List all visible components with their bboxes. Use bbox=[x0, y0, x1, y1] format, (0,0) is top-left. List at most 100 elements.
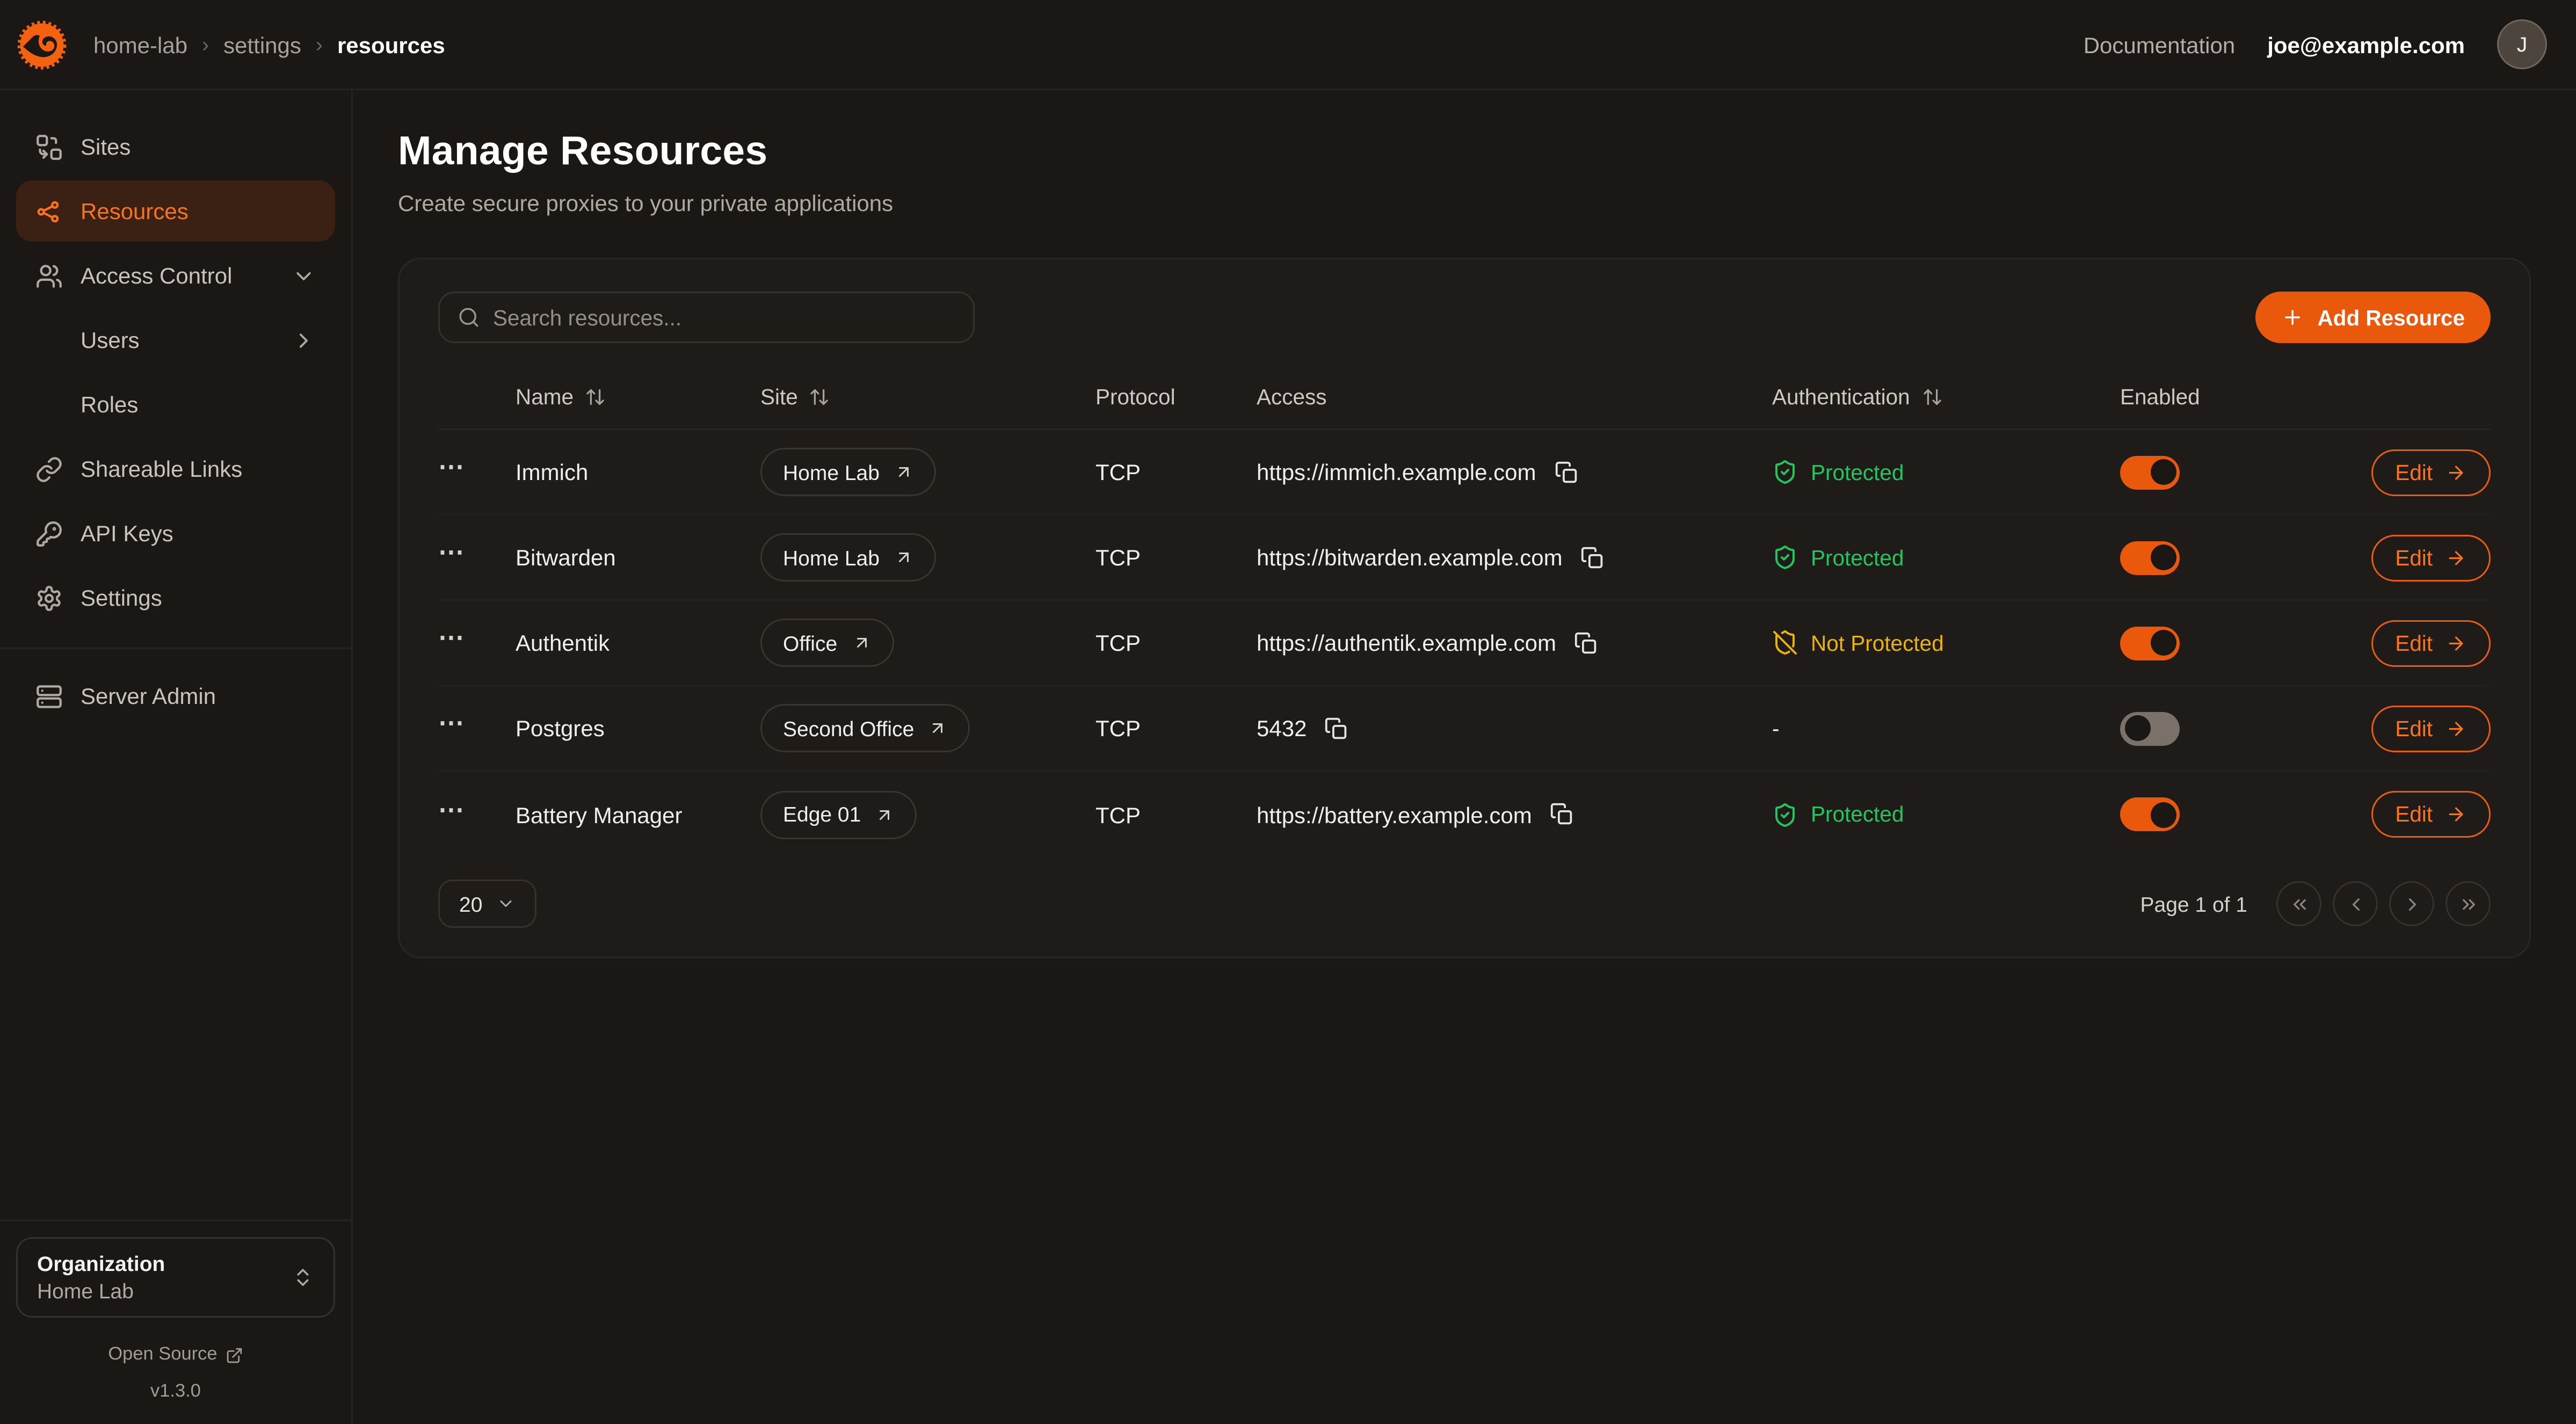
authentication-label: Protected bbox=[1811, 546, 1904, 570]
enabled-toggle[interactable] bbox=[2120, 797, 2180, 831]
users-icon bbox=[35, 262, 63, 289]
copy-icon bbox=[1574, 631, 1598, 655]
column-header-authentication[interactable]: Authentication bbox=[1772, 385, 2120, 409]
add-resource-button[interactable]: Add Resource bbox=[2256, 292, 2491, 343]
table-row: ⋯ Postgres Second Office TCP 5432 bbox=[438, 686, 2491, 772]
site-link-button[interactable]: Second Office bbox=[760, 704, 970, 752]
enabled-toggle[interactable] bbox=[2120, 626, 2180, 660]
enabled-toggle[interactable] bbox=[2120, 455, 2180, 489]
link-icon bbox=[35, 455, 63, 483]
column-header-name[interactable]: Name bbox=[516, 385, 760, 409]
previous-page-button[interactable] bbox=[2333, 881, 2378, 926]
arrow-up-right-icon bbox=[852, 633, 871, 652]
edit-button-label: Edit bbox=[2395, 716, 2433, 740]
copy-button[interactable] bbox=[1324, 716, 1348, 740]
sort-icon[interactable] bbox=[585, 387, 606, 408]
site-name: Home Lab bbox=[783, 546, 880, 570]
sidebar-item-roles[interactable]: Roles bbox=[16, 374, 335, 435]
row-menu-button[interactable]: ⋯ bbox=[438, 797, 475, 832]
search-input[interactable] bbox=[493, 306, 955, 330]
site-name: Second Office bbox=[783, 716, 914, 740]
authentication-status: Protected bbox=[1772, 544, 1904, 570]
arrow-right-icon bbox=[2446, 718, 2466, 739]
edit-button[interactable]: Edit bbox=[2371, 449, 2491, 496]
first-page-button[interactable] bbox=[2276, 881, 2321, 926]
sidebar-item-api-keys[interactable]: API Keys bbox=[16, 503, 335, 564]
next-page-button[interactable] bbox=[2389, 881, 2434, 926]
sidebar-item-label: API Keys bbox=[81, 520, 173, 546]
row-menu-button[interactable]: ⋯ bbox=[438, 625, 475, 660]
sort-icon[interactable] bbox=[1921, 387, 1942, 408]
top-bar: home-lab › settings › resources Document… bbox=[0, 0, 2576, 90]
avatar[interactable]: J bbox=[2497, 19, 2547, 69]
sidebar-item-sites[interactable]: Sites bbox=[16, 116, 335, 177]
sidebar-item-settings[interactable]: Settings bbox=[16, 567, 335, 628]
resource-access: https://immich.example.com bbox=[1257, 459, 1536, 485]
breadcrumb-separator-icon: › bbox=[202, 32, 209, 56]
breadcrumb-settings[interactable]: settings bbox=[223, 32, 301, 57]
arrow-right-icon bbox=[2446, 633, 2466, 653]
sites-icon bbox=[35, 133, 63, 161]
sidebar-item-users[interactable]: Users bbox=[16, 309, 335, 370]
row-menu-button[interactable]: ⋯ bbox=[438, 454, 475, 490]
edit-button[interactable]: Edit bbox=[2371, 534, 2491, 581]
open-source-link[interactable]: Open Source bbox=[108, 1345, 243, 1364]
site-link-button[interactable]: Home Lab bbox=[760, 533, 936, 582]
user-email[interactable]: joe@example.com bbox=[2267, 32, 2465, 57]
resource-name: Immich bbox=[516, 459, 760, 485]
sidebar-item-resources[interactable]: Resources bbox=[16, 180, 335, 242]
column-header-enabled: Enabled bbox=[2120, 385, 2339, 409]
resource-protocol: TCP bbox=[1095, 802, 1257, 827]
main-content: Manage Resources Create secure proxies t… bbox=[353, 90, 2576, 1424]
org-selector-value: Home Lab bbox=[37, 1277, 279, 1305]
site-link-button[interactable]: Office bbox=[760, 619, 894, 667]
copy-button[interactable] bbox=[1550, 802, 1574, 826]
copy-button[interactable] bbox=[1554, 460, 1578, 484]
resource-protocol: TCP bbox=[1095, 459, 1257, 485]
chevrons-left-icon bbox=[2289, 893, 2310, 914]
resource-name: Bitwarden bbox=[516, 544, 760, 570]
edit-button-label: Edit bbox=[2395, 631, 2433, 655]
chevron-down-icon bbox=[497, 894, 516, 913]
org-selector[interactable]: Organization Home Lab bbox=[16, 1237, 335, 1318]
gear-icon bbox=[35, 584, 63, 612]
server-icon bbox=[35, 682, 63, 710]
row-menu-button[interactable]: ⋯ bbox=[438, 540, 475, 575]
documentation-link[interactable]: Documentation bbox=[2084, 32, 2236, 57]
enabled-toggle[interactable] bbox=[2120, 541, 2180, 575]
last-page-button[interactable] bbox=[2446, 881, 2491, 926]
page-size-value: 20 bbox=[459, 892, 482, 916]
breadcrumb-org[interactable]: home-lab bbox=[93, 32, 187, 57]
copy-icon bbox=[1554, 460, 1578, 484]
sidebar-item-label: Server Admin bbox=[81, 683, 216, 709]
sidebar: Sites Resources Access Control Users Rol… bbox=[0, 90, 353, 1424]
breadcrumb-resources: resources bbox=[337, 32, 445, 57]
site-link-button[interactable]: Edge 01 bbox=[760, 790, 917, 839]
sidebar-item-shareable-links[interactable]: Shareable Links bbox=[16, 438, 335, 499]
row-menu-button[interactable]: ⋯ bbox=[438, 710, 475, 746]
site-link-button[interactable]: Home Lab bbox=[760, 448, 936, 496]
resource-access: https://battery.example.com bbox=[1257, 802, 1532, 827]
toggle-knob bbox=[2150, 459, 2176, 485]
authentication-label: Protected bbox=[1811, 802, 1904, 826]
copy-icon bbox=[1324, 716, 1348, 740]
sort-icon[interactable] bbox=[809, 387, 830, 408]
sidebar-item-server-admin[interactable]: Server Admin bbox=[16, 665, 335, 726]
edit-button[interactable]: Edit bbox=[2371, 705, 2491, 752]
arrow-up-right-icon bbox=[875, 805, 895, 824]
page-size-select[interactable]: 20 bbox=[438, 880, 537, 928]
edit-button[interactable]: Edit bbox=[2371, 791, 2491, 838]
column-header-protocol: Protocol bbox=[1095, 385, 1257, 409]
arrow-up-right-icon bbox=[928, 718, 948, 738]
app-root: home-lab › settings › resources Document… bbox=[0, 0, 2576, 1424]
toggle-knob bbox=[2150, 544, 2176, 570]
copy-button[interactable] bbox=[1580, 546, 1605, 570]
sidebar-item-access-control[interactable]: Access Control bbox=[16, 245, 335, 306]
edit-button[interactable]: Edit bbox=[2371, 620, 2491, 666]
arrow-up-right-icon bbox=[894, 548, 913, 567]
chevrons-up-down-icon bbox=[292, 1266, 314, 1289]
copy-button[interactable] bbox=[1574, 631, 1598, 655]
enabled-toggle[interactable] bbox=[2120, 711, 2180, 745]
column-header-site[interactable]: Site bbox=[760, 385, 1095, 409]
table-row: ⋯ Immich Home Lab TCP https://immich.exa… bbox=[438, 430, 2491, 515]
